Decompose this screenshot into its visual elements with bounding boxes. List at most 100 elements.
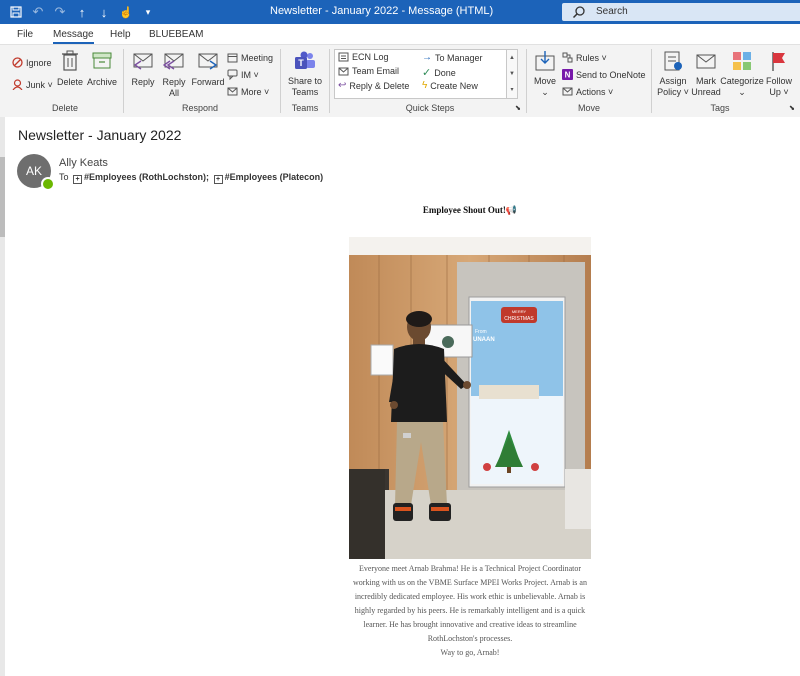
rules-button[interactable]: Rules ˅ bbox=[562, 52, 607, 63]
chat-icon bbox=[227, 69, 238, 80]
categorize-button[interactable]: Categorize ⌄ bbox=[720, 50, 764, 98]
caption-line: working with us on the VBME Surface MPEI… bbox=[353, 578, 587, 587]
window-title: Newsletter - January 2022 - Message (HTM… bbox=[270, 5, 494, 17]
redo-icon[interactable]: ↷ bbox=[52, 3, 68, 21]
actions-icon bbox=[562, 87, 573, 96]
more-respond-button[interactable]: More ˅ bbox=[227, 86, 269, 97]
quick-step-create-new[interactable]: ϟ Create New bbox=[422, 80, 478, 91]
search-placeholder: Search bbox=[596, 6, 628, 17]
send-to-onenote-button[interactable]: N Send to OneNote bbox=[562, 69, 646, 80]
search-icon bbox=[572, 6, 585, 19]
tab-message[interactable]: Message bbox=[53, 29, 94, 44]
group-divider bbox=[280, 49, 281, 113]
quick-step-reply-delete[interactable]: ↩ Reply & Delete bbox=[338, 80, 409, 91]
reply-arrow-icon: ↩ bbox=[338, 80, 347, 91]
group-divider bbox=[651, 49, 652, 113]
forward-icon bbox=[198, 53, 218, 70]
trash-icon bbox=[62, 50, 78, 71]
im-button[interactable]: IM ˅ bbox=[227, 69, 259, 80]
tags-group-label: Tags bbox=[710, 103, 730, 113]
dialog-launcher-icon[interactable]: ⬊ bbox=[515, 104, 521, 112]
flag-icon bbox=[772, 52, 785, 71]
policy-icon bbox=[664, 51, 682, 71]
archive-button[interactable]: Archive bbox=[86, 50, 118, 88]
search-input[interactable]: Search bbox=[562, 3, 800, 21]
mark-unread-button[interactable]: Mark Unread bbox=[691, 50, 721, 98]
more-icon bbox=[227, 87, 238, 96]
teams-icon: T bbox=[295, 51, 315, 69]
door-sign-merry: MERRY bbox=[512, 309, 527, 314]
caption-line: incredibly dedicated employee. His work … bbox=[354, 592, 586, 601]
up-arrow-icon[interactable]: ↑ bbox=[74, 3, 90, 21]
categorize-icon bbox=[733, 52, 751, 70]
quick-step-team-email[interactable]: Team Email bbox=[338, 66, 399, 76]
svg-text:N: N bbox=[565, 71, 571, 80]
actions-button[interactable]: Actions ˅ bbox=[562, 86, 613, 97]
down-arrow-icon[interactable]: ↓ bbox=[96, 3, 112, 21]
tab-bluebeam[interactable]: BLUEBEAM bbox=[149, 29, 203, 40]
delete-button[interactable]: Delete bbox=[56, 50, 84, 88]
reply-all-icon bbox=[163, 53, 184, 70]
reply-all-button[interactable]: Reply All bbox=[160, 51, 188, 99]
expand-group-icon[interactable]: + bbox=[73, 175, 83, 184]
chevron-down-icon: ⌄ bbox=[738, 87, 746, 97]
recipient-group[interactable]: #Employees (Platecon) bbox=[225, 172, 324, 182]
rules-icon bbox=[562, 52, 573, 63]
touch-mode-icon[interactable]: ☝ bbox=[118, 3, 134, 21]
dialog-launcher-icon[interactable]: ⬊ bbox=[789, 104, 795, 112]
save-icon[interactable] bbox=[8, 3, 24, 21]
reply-button[interactable]: Reply bbox=[129, 51, 157, 88]
delete-group-label: Delete bbox=[51, 103, 78, 113]
caption-line: learner. He has brought innovative and c… bbox=[363, 620, 577, 629]
svg-text:T: T bbox=[298, 58, 304, 68]
envelope-icon bbox=[338, 67, 349, 75]
body-caption: Everyone meet Arnab Brahma! He is a Tech… bbox=[344, 562, 596, 660]
to-label: To bbox=[59, 172, 69, 182]
quick-access-toolbar: ↶ ↷ ↑ ↓ ☝ ▾ bbox=[8, 3, 156, 21]
respond-group-label: Respond bbox=[181, 103, 219, 113]
follow-up-button[interactable]: Follow Up ˅ bbox=[764, 50, 794, 98]
forward-button[interactable]: Forward bbox=[191, 51, 225, 88]
recipient-group[interactable]: #Employees (RothLochston); bbox=[84, 172, 209, 182]
left-scrollbar[interactable] bbox=[0, 117, 5, 676]
sender-name[interactable]: Ally Keats bbox=[59, 157, 108, 169]
menu-bar: File Message Help BLUEBEAM bbox=[0, 24, 800, 44]
title-bar: ↶ ↷ ↑ ↓ ☝ ▾ Newsletter - January 2022 - … bbox=[0, 0, 800, 24]
body-heading: Employee Shout Out!📢 bbox=[422, 205, 518, 215]
calendar-icon bbox=[227, 53, 238, 63]
employee-photo: MERRY CHRISTMAS From UNAAN bbox=[349, 237, 591, 559]
archive-icon bbox=[92, 52, 112, 69]
ecn-log-icon bbox=[338, 52, 349, 62]
quick-step-ecn-log[interactable]: ECN Log bbox=[338, 52, 389, 62]
move-group-label: Move bbox=[577, 103, 600, 113]
presence-status-icon bbox=[41, 177, 55, 191]
quick-steps-scroll[interactable]: ▲ ▼ ▾ bbox=[506, 49, 518, 99]
quick-step-done[interactable]: ✓ Done bbox=[422, 66, 456, 79]
tab-file[interactable]: File bbox=[17, 29, 33, 40]
scroll-thumb[interactable] bbox=[0, 157, 5, 237]
ignore-button[interactable]: Ignore bbox=[12, 57, 52, 68]
message-subject: Newsletter - January 2022 bbox=[18, 127, 182, 143]
assign-policy-button[interactable]: Assign Policy ˅ bbox=[655, 50, 691, 98]
quick-steps-group-label: Quick Steps bbox=[405, 103, 455, 113]
share-to-teams-button[interactable]: T Share to Teams bbox=[287, 50, 323, 98]
quick-step-to-manager[interactable]: → To Manager bbox=[422, 52, 483, 63]
door-sign-from: From bbox=[475, 329, 487, 335]
meeting-button[interactable]: Meeting bbox=[227, 52, 273, 63]
arrow-right-icon: → bbox=[422, 52, 432, 63]
customize-toolbar-icon[interactable]: ▾ bbox=[140, 3, 156, 21]
tab-help[interactable]: Help bbox=[110, 29, 131, 40]
move-button[interactable]: Move ⌄ bbox=[531, 50, 559, 98]
junk-button[interactable]: Junk ˅ bbox=[12, 79, 53, 90]
ribbon: Ignore Junk ˅ Delete Archive Delete Repl… bbox=[0, 44, 800, 118]
ignore-icon bbox=[12, 57, 23, 68]
group-divider bbox=[526, 49, 527, 113]
door-sign-team: UNAAN bbox=[473, 337, 495, 343]
move-icon bbox=[535, 51, 555, 71]
expand-group-icon[interactable]: + bbox=[213, 175, 223, 184]
onenote-icon: N bbox=[562, 69, 573, 80]
undo-icon[interactable]: ↶ bbox=[30, 3, 46, 21]
lightning-icon: ϟ bbox=[422, 80, 428, 91]
teams-group-label: Teams bbox=[291, 103, 319, 113]
caption-line: Everyone meet Arnab Brahma! He is a Tech… bbox=[358, 564, 582, 573]
